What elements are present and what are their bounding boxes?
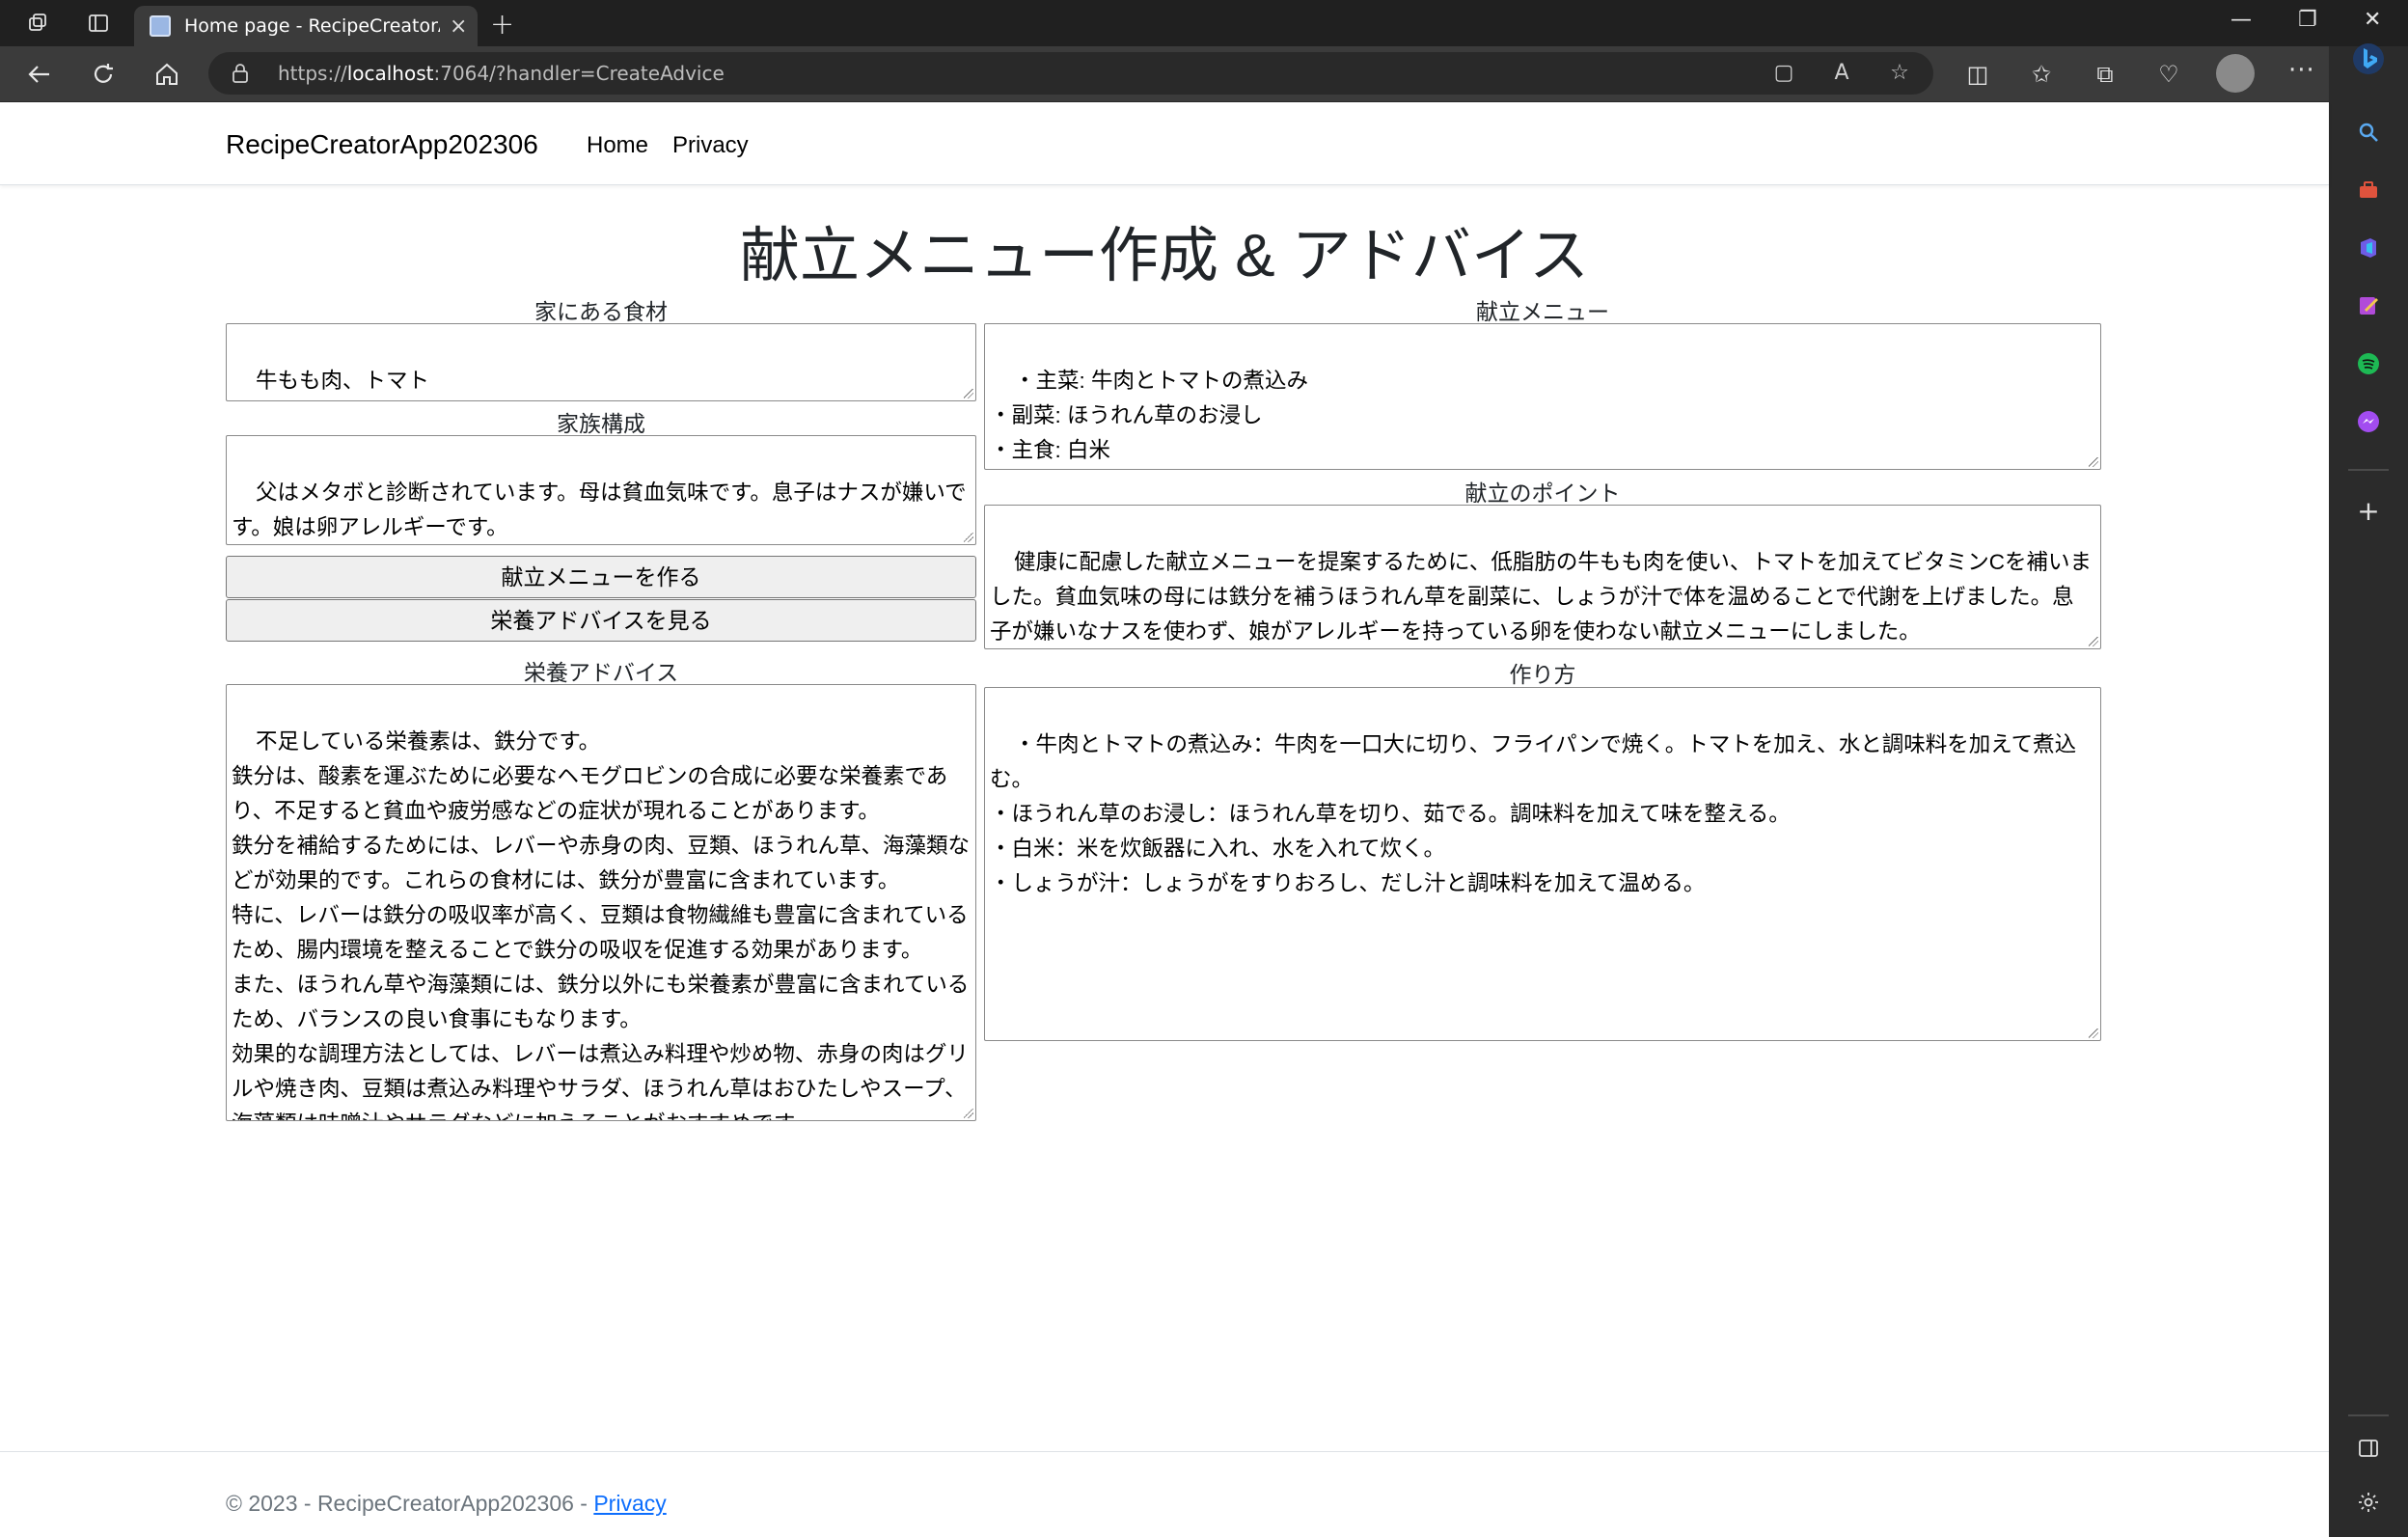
app-available-icon[interactable]: ▢ (1771, 61, 1796, 86)
site-brand[interactable]: RecipeCreatorApp202306 (226, 129, 538, 160)
split-screen-icon[interactable]: ◫ (1962, 59, 1993, 90)
menu-textarea[interactable]: ・主菜: 牛肉とトマトの煮込み ・副菜: ほうれん草のお浸し ・主食: 白米 ・… (984, 323, 2101, 470)
back-icon[interactable] (25, 60, 54, 89)
bing-copilot-icon[interactable] (2350, 41, 2387, 77)
edge-sidebar: + (2329, 43, 2408, 1537)
ingredients-text: 牛もも肉、トマト (256, 369, 430, 393)
resize-handle[interactable] (964, 389, 973, 398)
favorite-star-icon[interactable]: ☆ (1887, 61, 1912, 86)
page-title: 献立メニュー作成 & アドバイス (740, 223, 1589, 289)
minimize-button[interactable]: — (2230, 8, 2252, 32)
refresh-icon[interactable] (89, 60, 118, 89)
active-tab[interactable]: Home page - RecipeCreatorApp202306 × (134, 6, 478, 46)
menu-label: 献立メニュー (1476, 299, 1609, 324)
home-icon[interactable] (152, 60, 181, 89)
page-favicon-icon (150, 15, 171, 37)
workspaces-icon[interactable] (25, 10, 52, 37)
browser-essentials-icon[interactable]: ♡ (2153, 59, 2184, 90)
resize-handle[interactable] (2089, 1029, 2098, 1038)
nav-link-privacy[interactable]: Privacy (672, 132, 749, 159)
site-navbar: RecipeCreatorApp202306 Home Privacy (0, 102, 2329, 185)
tab-close-icon[interactable]: × (450, 14, 467, 39)
advice-textarea[interactable]: 不足している栄養素は、鉄分です。 鉄分は、酸素を運ぶために必要なヘモグロビンの合… (226, 684, 976, 1121)
advice-text: 不足している栄養素は、鉄分です。 鉄分は、酸素を運ぶために必要なヘモグロビンの合… (232, 729, 971, 1120)
ingredients-textarea[interactable]: 牛もも肉、トマト (226, 323, 976, 401)
more-menu-icon[interactable]: ··· (2288, 56, 2315, 85)
new-tab-button[interactable]: + (490, 8, 514, 41)
family-label: 家族構成 (557, 411, 645, 436)
footer-privacy-link[interactable]: Privacy (593, 1491, 666, 1516)
settings-gear-icon[interactable] (2354, 1488, 2383, 1517)
footer-text: © 2023 - RecipeCreatorApp202306 - Privac… (226, 1491, 667, 1516)
messenger-icon[interactable] (2354, 407, 2383, 436)
address-bar[interactable]: https://localhost:7064/?handler=CreateAd… (208, 52, 1933, 95)
create-menu-button[interactable]: 献立メニューを作る (226, 556, 976, 598)
family-text: 父はメタボと診断されています。母は貧血気味です。息子はナスが嫌いです。娘は卵アレ… (232, 480, 967, 539)
read-aloud-icon[interactable]: A (1829, 61, 1854, 86)
lock-icon[interactable] (232, 63, 249, 84)
points-label: 献立のポイント (1464, 480, 1621, 506)
family-textarea[interactable]: 父はメタボと診断されています。母は貧血気味です。息子はナスが嫌いです。娘は卵アレ… (226, 435, 976, 545)
favorites-icon[interactable]: ✩ (2026, 59, 2057, 90)
points-text: 健康に配慮した献立メニューを提案するために、低脂肪の牛もも肉を使い、トマトを加え… (990, 550, 2092, 644)
browser-toolbar: https://localhost:7064/?handler=CreateAd… (0, 46, 2408, 102)
resize-handle[interactable] (2089, 457, 2098, 467)
site-footer: © 2023 - RecipeCreatorApp202306 - Privac… (0, 1451, 2329, 1537)
designer-icon[interactable] (2354, 291, 2383, 320)
recipe-textarea[interactable]: ・牛肉とトマトの煮込み：牛肉を一口大に切り、フライパンで焼く。トマトを加え、水と… (984, 687, 2101, 1041)
resize-handle[interactable] (964, 533, 973, 542)
close-window-button[interactable]: ✕ (2364, 8, 2381, 32)
restore-button[interactable]: ❐ (2298, 8, 2317, 32)
collections-icon[interactable]: ⧉ (2090, 59, 2121, 90)
menu-text: ・主菜: 牛肉とトマトの煮込み ・副菜: ほうれん草のお浸し ・主食: 白米 ・… (990, 369, 1309, 462)
view-advice-button[interactable]: 栄養アドバイスを見る (226, 599, 976, 642)
nav-link-home[interactable]: Home (587, 132, 648, 159)
browser-titlebar: Home page - RecipeCreatorApp202306 × + —… (0, 0, 2408, 46)
tab-title: Home page - RecipeCreatorApp202306 (184, 15, 440, 37)
ingredients-label: 家にある食材 (534, 299, 668, 324)
recipe-label: 作り方 (1509, 662, 1576, 687)
sidebar-divider (2348, 1414, 2389, 1416)
office-icon[interactable] (2354, 233, 2383, 262)
tools-icon[interactable] (2354, 176, 2383, 205)
spotify-icon[interactable] (2354, 349, 2383, 378)
vertical-tabs-icon[interactable] (85, 10, 112, 37)
search-icon[interactable] (2354, 118, 2383, 147)
recipe-text: ・牛肉とトマトの煮込み：牛肉を一口大に切り、フライパンで焼く。トマトを加え、水と… (990, 732, 2077, 895)
resize-handle[interactable] (2089, 637, 2098, 646)
add-icon[interactable]: + (2354, 495, 2383, 527)
advice-label: 栄養アドバイス (523, 660, 679, 685)
sidebar-divider (2348, 469, 2389, 471)
points-textarea[interactable]: 健康に配慮した献立メニューを提案するために、低脂肪の牛もも肉を使い、トマトを加え… (984, 505, 2101, 649)
url-text[interactable]: https://localhost:7064/?handler=CreateAd… (278, 62, 725, 85)
web-page: RecipeCreatorApp202306 Home Privacy 献立メニ… (0, 102, 2329, 1537)
hide-sidebar-icon[interactable] (2354, 1434, 2383, 1463)
profile-avatar[interactable] (2216, 54, 2255, 93)
resize-handle[interactable] (964, 1109, 973, 1118)
